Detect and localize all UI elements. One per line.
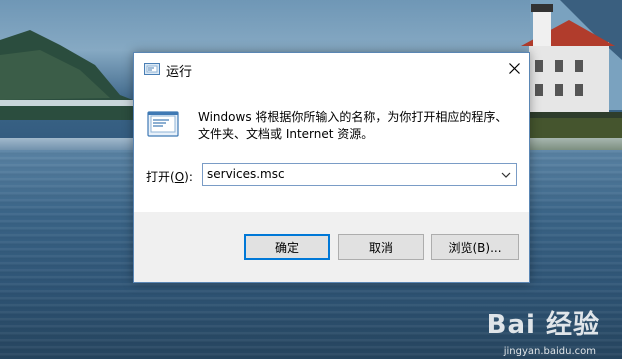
- cancel-button[interactable]: 取消: [338, 234, 424, 260]
- open-label: 打开(O):: [146, 168, 193, 185]
- run-program-icon: [147, 111, 179, 137]
- run-icon: [144, 63, 160, 75]
- dialog-description: Windows 将根据你所输入的名称，为你打开相应的程序、文件夹、文档或 Int…: [198, 110, 508, 141]
- open-label-accelerator: O: [174, 170, 185, 184]
- open-label-suffix: ):: [184, 170, 193, 184]
- title-bar[interactable]: 运行: [134, 53, 529, 85]
- dialog-title: 运行: [166, 65, 193, 80]
- run-dialog: 运行 Windows 将根据你所输入的名称，为你打开相应的程序、文件夹、文档或 …: [133, 52, 530, 283]
- open-label-text: 打开(: [146, 170, 175, 184]
- browse-button[interactable]: 浏览(B)...: [431, 234, 519, 260]
- chevron-down-icon[interactable]: [500, 169, 512, 181]
- close-button[interactable]: [499, 53, 529, 83]
- open-combobox[interactable]: services.msc: [202, 163, 517, 186]
- watermark-url: jingyan.baidu.com: [503, 346, 596, 357]
- open-input[interactable]: services.msc: [207, 167, 285, 181]
- close-icon: [508, 62, 520, 74]
- watermark-logo: Bai 经验: [486, 310, 600, 340]
- desktop-background: Bai 经验 jingyan.baidu.com 运行 Windows 将根据你…: [0, 0, 622, 359]
- ok-button[interactable]: 确定: [244, 234, 330, 260]
